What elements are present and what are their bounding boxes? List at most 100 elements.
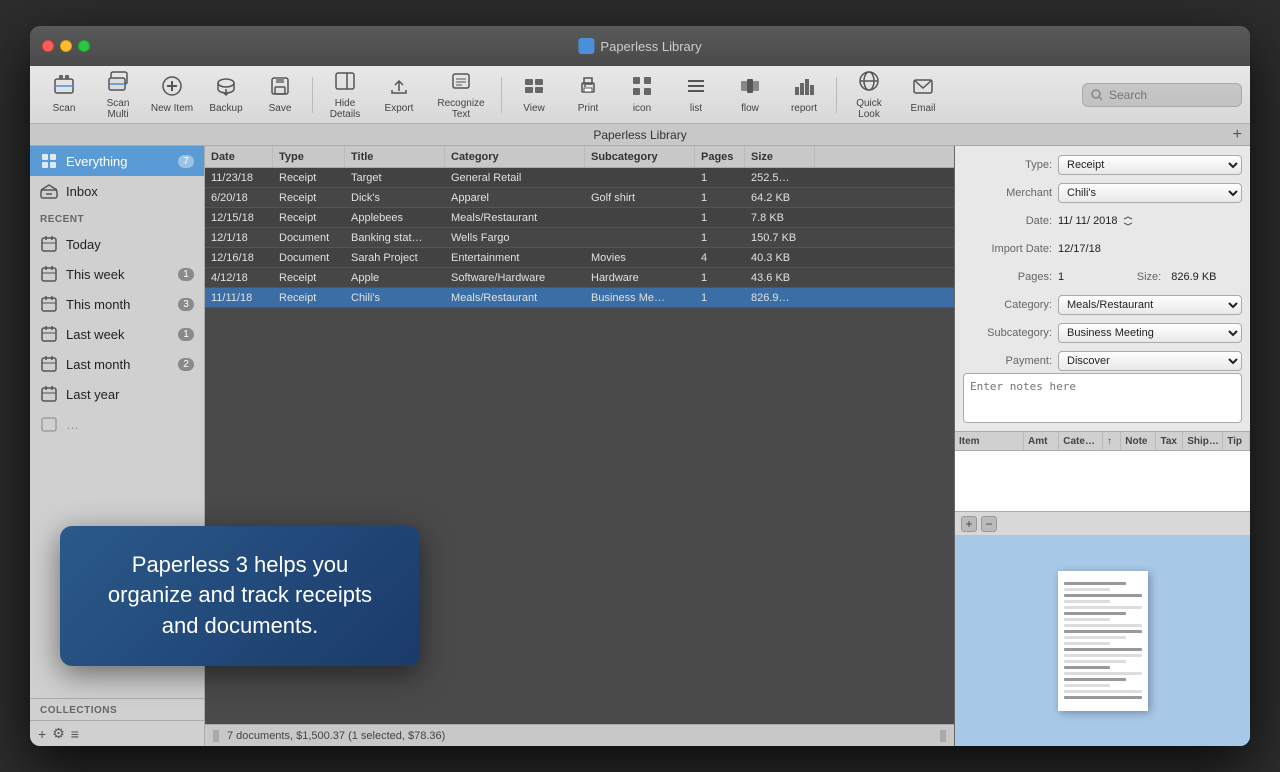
add-collection-button[interactable]: + bbox=[38, 726, 46, 742]
receipt-paper bbox=[1058, 571, 1148, 711]
date-label: Date: bbox=[963, 215, 1058, 227]
scan-multi-icon bbox=[107, 70, 129, 96]
view-button[interactable]: View bbox=[508, 70, 560, 120]
list-view-button[interactable]: list bbox=[670, 70, 722, 120]
sidebar-item-this-month[interactable]: This month 3 bbox=[30, 289, 204, 319]
td-date: 6/20/18 bbox=[205, 188, 273, 207]
sidebar-item-last-year[interactable]: Last year bbox=[30, 379, 204, 409]
col-subcategory-header[interactable]: Subcategory bbox=[585, 146, 695, 167]
td-size: 43.6 KB bbox=[745, 268, 815, 287]
table-row[interactable]: 6/20/18 Receipt Dick's Apparel Golf shir… bbox=[205, 188, 954, 208]
subcategory-select[interactable]: Business Meeting bbox=[1058, 323, 1242, 343]
sidebar-item-inbox[interactable]: Inbox bbox=[30, 176, 204, 206]
td-size: 64.2 KB bbox=[745, 188, 815, 207]
notes-textarea[interactable] bbox=[963, 373, 1242, 423]
backup-button[interactable]: Backup bbox=[200, 70, 252, 120]
td-type: Document bbox=[273, 248, 345, 267]
td-subcategory: Golf shirt bbox=[585, 188, 695, 207]
sidebar-item-this-week[interactable]: This week 1 bbox=[30, 259, 204, 289]
detail-type-row: Type: Receipt Document bbox=[963, 154, 1242, 176]
recognize-text-button[interactable]: Recognize Text bbox=[427, 70, 495, 120]
icon-view-button[interactable]: icon bbox=[616, 70, 668, 120]
td-pages: 1 bbox=[695, 188, 745, 207]
toolbar-sep-1 bbox=[312, 77, 313, 113]
tooltip-overlay: Paperless 3 helps you organize and track… bbox=[60, 526, 420, 666]
sidebar-item-last-week[interactable]: Last week 1 bbox=[30, 319, 204, 349]
r2 bbox=[1064, 588, 1111, 591]
export-button[interactable]: Export bbox=[373, 70, 425, 120]
detail-category-row: Category: Meals/Restaurant bbox=[963, 294, 1242, 316]
sidebar-item-everything[interactable]: Everything 7 bbox=[30, 146, 204, 176]
minimize-button[interactable] bbox=[60, 40, 72, 52]
td-pages: 1 bbox=[695, 268, 745, 287]
scan-button[interactable]: Scan bbox=[38, 70, 90, 120]
maximize-button[interactable] bbox=[78, 40, 90, 52]
col-date-header[interactable]: Date bbox=[205, 146, 273, 167]
td-category: General Retail bbox=[445, 168, 585, 187]
td-type: Document bbox=[273, 228, 345, 247]
print-label: Print bbox=[578, 103, 599, 114]
table-row[interactable]: 12/16/18 Document Sarah Project Entertai… bbox=[205, 248, 954, 268]
everything-badge: 7 bbox=[178, 155, 194, 168]
sidebar-item-more[interactable]: … bbox=[30, 409, 204, 439]
date-value: 11/ 11/ 2018 bbox=[1058, 215, 1118, 227]
col-size-header[interactable]: Size bbox=[745, 146, 815, 167]
receipt-image bbox=[955, 535, 1250, 746]
scan-icon bbox=[53, 75, 75, 101]
sidebar-item-last-month[interactable]: Last month 2 bbox=[30, 349, 204, 379]
payment-select[interactable]: Discover bbox=[1058, 351, 1242, 371]
li-col-note: Note bbox=[1121, 432, 1156, 450]
status-text: 7 documents, $1,500.37 (1 selected, $78.… bbox=[227, 730, 445, 742]
scan-multi-button[interactable]: Scan Multi bbox=[92, 70, 144, 120]
new-item-button[interactable]: New Item bbox=[146, 70, 198, 120]
table-row[interactable]: 12/15/18 Receipt Applebees Meals/Restaur… bbox=[205, 208, 954, 228]
category-select[interactable]: Meals/Restaurant bbox=[1058, 295, 1242, 315]
col-title-header[interactable]: Title bbox=[345, 146, 445, 167]
r16 bbox=[1064, 672, 1142, 675]
today-icon bbox=[40, 235, 58, 253]
add-line-item-button[interactable]: + bbox=[961, 516, 977, 532]
col-type-header[interactable]: Type bbox=[273, 146, 345, 167]
print-button[interactable]: Print bbox=[562, 70, 614, 120]
last-month-badge: 2 bbox=[178, 358, 194, 371]
report-view-button[interactable]: report bbox=[778, 70, 830, 120]
r15 bbox=[1064, 666, 1111, 669]
col-pages-header[interactable]: Pages bbox=[695, 146, 745, 167]
merchant-select[interactable]: Chili's bbox=[1058, 183, 1242, 203]
flow-view-button[interactable]: flow bbox=[724, 70, 776, 120]
remove-line-item-button[interactable]: − bbox=[981, 516, 997, 532]
save-icon bbox=[269, 75, 291, 101]
type-select[interactable]: Receipt Document bbox=[1058, 155, 1242, 175]
td-subcategory: Hardware bbox=[585, 268, 695, 287]
table-row[interactable]: 4/12/18 Receipt Apple Software/Hardware … bbox=[205, 268, 954, 288]
collection-gear-button[interactable]: ⚙ bbox=[52, 725, 65, 742]
search-input[interactable] bbox=[1109, 88, 1229, 102]
td-title: Chili's bbox=[345, 288, 445, 307]
email-button[interactable]: Email bbox=[897, 70, 949, 120]
last-month-label: Last month bbox=[66, 357, 170, 372]
td-category: Wells Fargo bbox=[445, 228, 585, 247]
r4 bbox=[1064, 600, 1111, 603]
date-stepper-icon[interactable] bbox=[1122, 215, 1134, 227]
quick-look-button[interactable]: Quick Look bbox=[843, 70, 895, 120]
size-label: Size: bbox=[1137, 271, 1167, 283]
col-category-header[interactable]: Category bbox=[445, 146, 585, 167]
sidebar-item-today[interactable]: Today bbox=[30, 229, 204, 259]
hide-details-button[interactable]: Hide Details bbox=[319, 70, 371, 120]
td-size: 826.9… bbox=[745, 288, 815, 307]
save-button[interactable]: Save bbox=[254, 70, 306, 120]
search-icon bbox=[1091, 89, 1103, 101]
r20 bbox=[1064, 696, 1142, 699]
collection-list-button[interactable]: ≡ bbox=[71, 726, 79, 742]
td-category: Meals/Restaurant bbox=[445, 208, 585, 227]
backup-label: Backup bbox=[209, 103, 242, 114]
more-icon bbox=[40, 415, 58, 433]
table-row[interactable]: 11/11/18 Receipt Chili's Meals/Restauran… bbox=[205, 288, 954, 308]
add-document-button[interactable]: + bbox=[1233, 126, 1242, 144]
line-items-body bbox=[955, 451, 1250, 511]
table-row[interactable]: 11/23/18 Receipt Target General Retail 1… bbox=[205, 168, 954, 188]
table-row[interactable]: 12/1/18 Document Banking stat… Wells Far… bbox=[205, 228, 954, 248]
close-button[interactable] bbox=[42, 40, 54, 52]
table-header: Date Type Title Category Subcategory Pag… bbox=[205, 146, 954, 168]
email-label: Email bbox=[910, 103, 935, 114]
